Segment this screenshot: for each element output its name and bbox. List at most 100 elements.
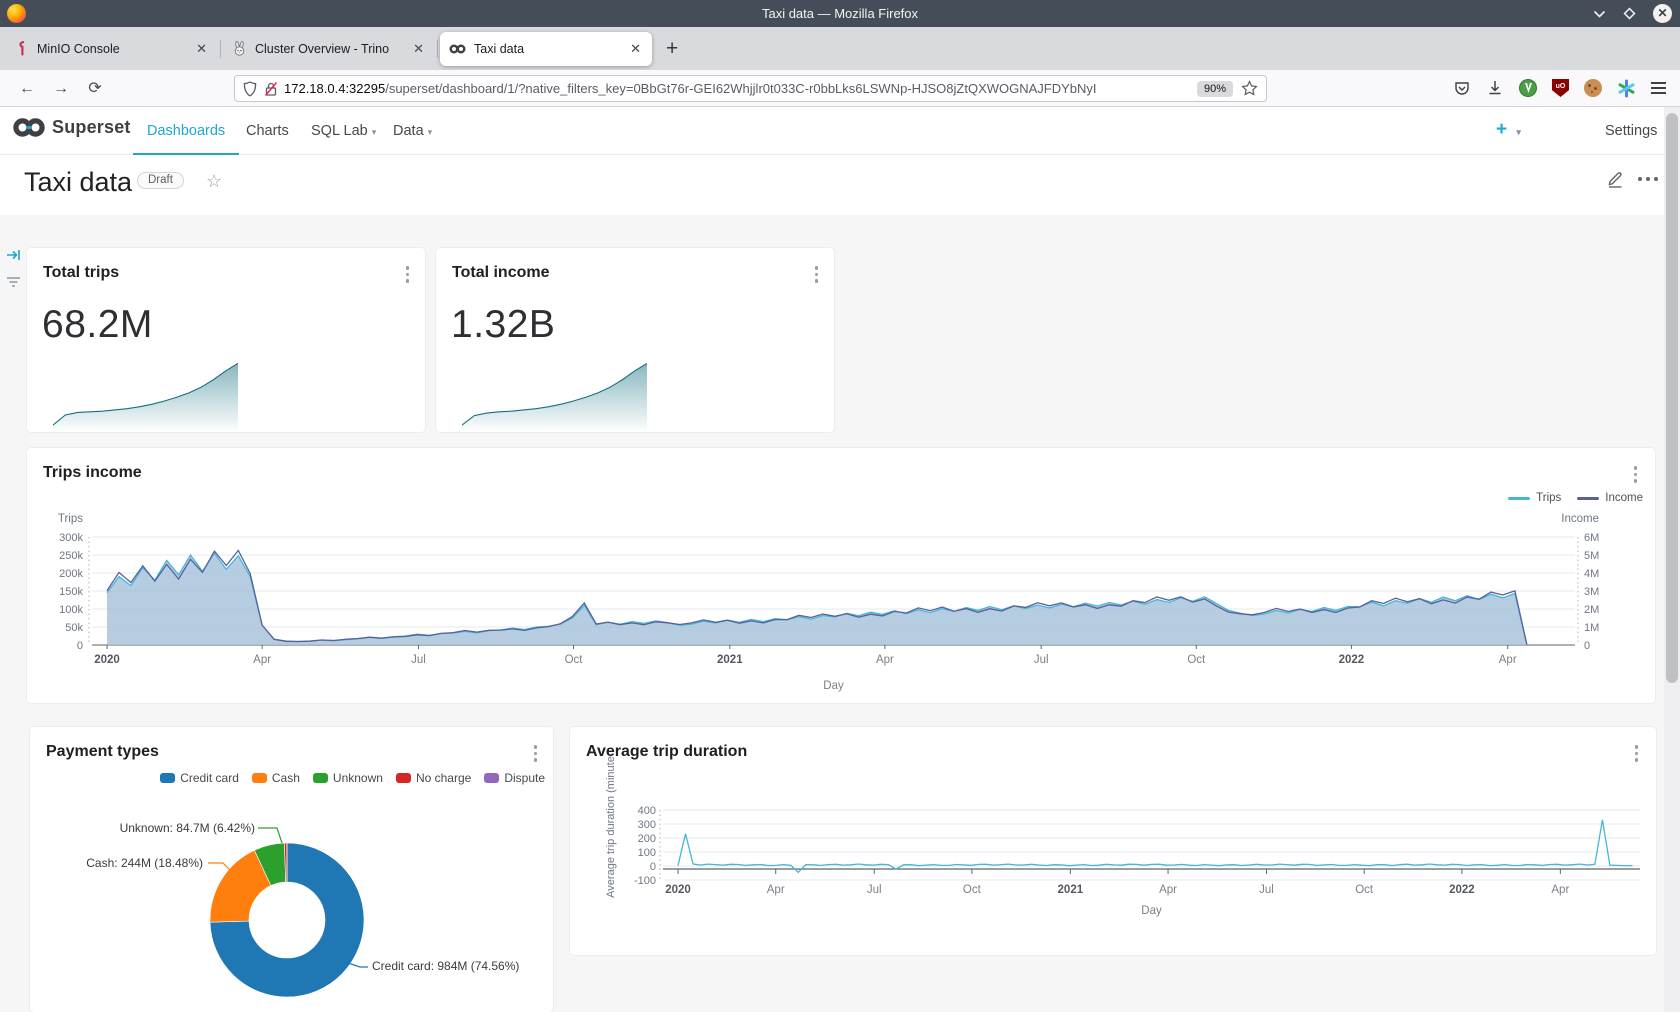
tab-taxi-data-active[interactable]: Taxi data ✕ — [440, 32, 652, 66]
tab-close-icon[interactable]: ✕ — [411, 41, 426, 57]
scrollbar-thumb[interactable] — [1666, 113, 1678, 683]
nav-item-dashboards[interactable]: Dashboards — [147, 107, 225, 155]
tab-label: Cluster Overview - Trino — [255, 42, 411, 56]
svg-text:4M: 4M — [1584, 568, 1599, 580]
superset-nav-bar: Superset Dashboards Charts SQL Lab▾ Data… — [0, 107, 1680, 155]
chevron-down-icon: ▾ — [1516, 127, 1521, 137]
tab-minio-console[interactable]: MinIO Console ✕ — [6, 32, 218, 66]
status-badge: Draft — [137, 172, 184, 189]
callout-cash: Cash: 244M (18.48%) — [70, 856, 203, 870]
tracking-shield-icon[interactable] — [243, 81, 257, 97]
svg-text:250k: 250k — [59, 550, 83, 562]
chevron-down-icon: ▾ — [428, 127, 433, 137]
filter-icon[interactable] — [6, 275, 21, 293]
page-title: Taxi data — [24, 167, 132, 198]
new-tab-button[interactable]: + — [666, 37, 678, 61]
nav-item-charts[interactable]: Charts — [246, 107, 289, 155]
tab-label: MinIO Console — [37, 42, 194, 56]
kebab-menu-icon[interactable] — [402, 262, 414, 287]
superset-infinity-icon — [449, 43, 466, 55]
tab-close-icon[interactable]: ✕ — [194, 41, 209, 57]
chart-title: Total income — [452, 264, 550, 282]
back-button[interactable]: ← — [14, 76, 40, 102]
svg-text:Day: Day — [1141, 905, 1162, 917]
svg-text:Oct: Oct — [963, 884, 982, 896]
avg-trip-duration-chart[interactable]: 4003002001000-100Average trip duration (… — [570, 727, 1656, 955]
page-scrollbar[interactable] — [1664, 107, 1680, 1012]
reload-button[interactable]: ⟳ — [82, 76, 108, 102]
url-bar[interactable]: 172.18.0.4:32295/superset/dashboard/1/?n… — [234, 75, 1267, 102]
svg-text:Apr: Apr — [876, 654, 894, 666]
dashboard-more-menu-icon[interactable] — [1638, 177, 1658, 181]
kebab-menu-icon[interactable] — [811, 262, 823, 287]
svg-text:Apr: Apr — [1551, 884, 1569, 896]
toolbar-extensions: uO — [1453, 74, 1666, 102]
pocket-icon[interactable] — [1453, 79, 1471, 97]
superset-logo-icon — [12, 116, 46, 139]
card-trips-income: Trips income Trips Income 300k6M250k5M20… — [27, 448, 1655, 703]
axes: 4003002001000-100Average trip duration (… — [605, 756, 1569, 917]
donut-slices — [210, 843, 364, 997]
new-item-button[interactable]: + ▾ — [1496, 107, 1521, 155]
window-maximize-button[interactable] — [1622, 6, 1637, 21]
favorite-star-icon[interactable]: ☆ — [206, 171, 222, 192]
card-payment-types: Payment types Credit card Cash Unknown N… — [30, 727, 553, 1012]
window-close-button[interactable]: ✕ — [1653, 4, 1672, 23]
svg-text:Income: Income — [1561, 513, 1599, 525]
callout-unknown: Unknown: 84.7M (6.42%) — [90, 821, 255, 835]
tab-cluster-overview-trino[interactable]: Cluster Overview - Trino ✕ — [223, 32, 435, 66]
url-text[interactable]: 172.18.0.4:32295/superset/dashboard/1/?n… — [284, 81, 1189, 96]
svg-text:100k: 100k — [59, 604, 83, 616]
cookie-icon[interactable] — [1584, 79, 1602, 97]
svg-text:200: 200 — [638, 833, 656, 845]
svg-text:2021: 2021 — [717, 654, 743, 666]
svg-text:3M: 3M — [1584, 586, 1599, 598]
forward-button[interactable]: → — [48, 76, 74, 102]
svg-text:Jul: Jul — [1034, 654, 1049, 666]
svg-text:100: 100 — [638, 847, 656, 859]
svg-text:2022: 2022 — [1339, 654, 1365, 666]
card-total-trips: Total trips 68.2M — [27, 248, 425, 432]
nav-item-sql-lab[interactable]: SQL Lab▾ — [311, 107, 376, 155]
svg-text:Oct: Oct — [1187, 654, 1206, 666]
card-average-trip-duration: Average trip duration 4003002001000-100A… — [570, 727, 1656, 955]
svg-text:2021: 2021 — [1058, 884, 1084, 896]
svg-text:Jul: Jul — [1259, 884, 1274, 896]
privacy-badger-icon[interactable] — [1519, 79, 1537, 97]
svg-text:Jul: Jul — [411, 654, 426, 666]
settings-menu[interactable]: Settings ▾ — [1605, 107, 1670, 155]
series — [678, 820, 1633, 873]
ublock-origin-icon[interactable]: uO — [1552, 79, 1569, 97]
bookmark-star-icon[interactable] — [1241, 80, 1258, 97]
window-titlebar[interactable]: Taxi data — Mozilla Firefox ✕ — [0, 0, 1680, 27]
svg-text:6M: 6M — [1584, 532, 1599, 544]
svg-text:50k: 50k — [65, 622, 83, 634]
hamburger-menu-icon[interactable] — [1651, 79, 1666, 96]
svg-text:5M: 5M — [1584, 550, 1599, 562]
consent-asterisk-icon[interactable] — [1617, 79, 1636, 98]
trips-income-chart[interactable]: 300k6M250k5M200k4M150k3M100k2M50k1M00Tri… — [27, 448, 1655, 703]
tab-separator — [437, 40, 438, 58]
insecure-lock-icon[interactable] — [264, 81, 278, 97]
svg-text:-100: -100 — [634, 875, 656, 887]
expand-filter-bar-icon[interactable] — [6, 248, 21, 267]
svg-text:2020: 2020 — [94, 654, 120, 666]
page-zoom-badge[interactable]: 90% — [1197, 81, 1233, 97]
minio-flamingo-icon — [15, 41, 29, 56]
tab-label: Taxi data — [474, 42, 628, 56]
superset-brand[interactable]: Superset — [12, 116, 131, 139]
trino-bunny-icon — [232, 41, 247, 56]
nav-item-data[interactable]: Data▾ — [393, 107, 432, 155]
edit-dashboard-icon[interactable] — [1605, 169, 1625, 194]
trend-sparkline — [53, 356, 238, 430]
download-icon[interactable] — [1486, 79, 1504, 97]
window-minimize-button[interactable] — [1593, 10, 1606, 18]
svg-text:0: 0 — [1584, 640, 1590, 652]
chevron-down-icon: ▾ — [372, 127, 377, 137]
svg-text:Apr: Apr — [1159, 884, 1177, 896]
tab-close-icon[interactable]: ✕ — [628, 41, 643, 57]
tab-separator — [220, 40, 221, 58]
svg-text:Apr: Apr — [1499, 654, 1517, 666]
svg-text:Oct: Oct — [565, 654, 584, 666]
chart-title: Total trips — [43, 264, 119, 282]
